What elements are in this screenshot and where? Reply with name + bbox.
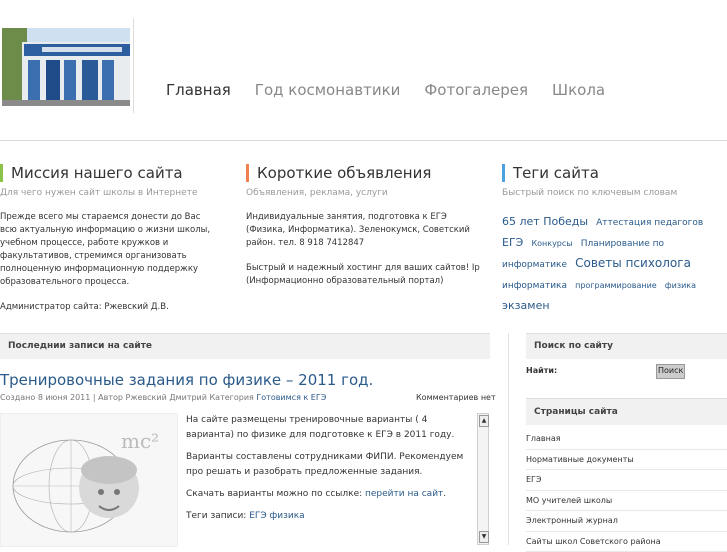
go-to-site-link[interactable]: перейти на сайт	[365, 489, 443, 499]
mission-subtitle: Для чего нужен сайт школы в Интернете	[0, 187, 215, 199]
post-title-link[interactable]: Тренировочные задания по физике – 2011 г…	[0, 371, 373, 389]
page-link-district-schools[interactable]: Сайты школ Советского района	[526, 532, 727, 552]
tag-link[interactable]: 65 лет Победы	[502, 215, 588, 228]
mission-title: Миссия нашего сайта	[0, 164, 215, 182]
admin-text: Администратор сайта: Ржевский Д.В.	[0, 301, 215, 314]
tags-title: Теги сайта	[502, 164, 724, 182]
latest-posts-header: Последнии записи на сайте	[0, 333, 490, 359]
sidebar-divider	[508, 333, 509, 545]
page-link-teachers-mo[interactable]: МО учителей школы	[526, 491, 727, 512]
tags-subtitle: Быстрый поиск по ключевым словам	[502, 187, 724, 199]
search-header-title: Поиск по сайту	[534, 341, 613, 351]
post-tags-label: Теги записи:	[186, 511, 249, 521]
school-building-logo[interactable]	[2, 28, 130, 106]
tag-link[interactable]: Аттестация педагогов	[596, 218, 703, 228]
search-label: Найти:	[526, 366, 557, 375]
tag-link[interactable]: экзамен	[502, 299, 550, 312]
post-paragraph-3: Скачать варианты можно по ссылке: перейт…	[186, 487, 474, 502]
post-comments-count[interactable]: Комментариев нет	[416, 393, 496, 402]
announcements-subtitle: Объявления, реклама, услуги	[246, 187, 486, 199]
page-link-normative-docs[interactable]: Нормативные документы	[526, 450, 727, 471]
nav-item-school[interactable]: Школа	[552, 80, 605, 100]
tag-link[interactable]: информатика	[502, 281, 567, 291]
tag-link[interactable]: физика	[665, 281, 696, 290]
tag-link[interactable]: ЕГЭ	[502, 236, 523, 249]
post-scrollbar[interactable]: ▲ ▼	[477, 413, 489, 545]
post-category-link[interactable]: Готовимся к ЕГЭ	[256, 393, 326, 402]
site-pages-title: Страницы сайта	[534, 407, 618, 417]
scroll-up-arrow-icon[interactable]: ▲	[479, 415, 489, 427]
tag-link[interactable]: программирование	[575, 281, 657, 290]
search-header: Поиск по сайту	[526, 333, 727, 359]
mission-section: Миссия нашего сайта Для чего нужен сайт …	[0, 164, 215, 326]
physics-einstein-image: mc²	[0, 413, 178, 547]
nav-item-home[interactable]: Главная	[166, 80, 231, 100]
announcement-item: Индивидуальные занятия, подготовка к ЕГЭ…	[246, 211, 486, 250]
post-download-suffix: .	[443, 489, 446, 499]
tag-link[interactable]: Конкурсы	[531, 239, 572, 248]
post-tag-links[interactable]: ЕГЭ физика	[249, 511, 304, 521]
search-input[interactable]	[560, 363, 654, 379]
page-link-home[interactable]: Главная	[526, 429, 727, 450]
search-button[interactable]: Поиск	[656, 364, 685, 379]
post-excerpt: На сайте размещены тренировочные вариант…	[186, 413, 474, 545]
tag-cloud: 65 лет Победы Аттестация педагогов ЕГЭ К…	[502, 211, 724, 315]
site-pages-list: Главная Нормативные документы ЕГЭ МО учи…	[526, 429, 727, 552]
tags-section: Теги сайта Быстрый поиск по ключевым сло…	[502, 164, 724, 315]
site-header: Главная Год космонавтики Фотогалерея Шко…	[0, 0, 727, 141]
header-divider	[133, 18, 134, 113]
post-paragraph-2: Варианты составлены сотрудниками ФИПИ. Р…	[186, 450, 474, 480]
main-nav: Главная Год космонавтики Фотогалерея Шко…	[166, 80, 629, 100]
nav-item-photo-gallery[interactable]: Фотогалерея	[424, 80, 528, 100]
page-link-e-journal[interactable]: Электронный журнал	[526, 511, 727, 532]
nav-item-cosmonautics-year[interactable]: Год космонавтики	[255, 80, 401, 100]
svg-text:mc²: mc²	[121, 429, 159, 453]
tag-link[interactable]: Советы психолога	[575, 256, 691, 270]
announcements-section: Короткие объявления Объявления, реклама,…	[246, 164, 486, 300]
announcement-item-hosting[interactable]: Быстрый и надежный хостинг для ваших сай…	[246, 262, 486, 288]
post-paragraph-1: На сайте размещены тренировочные вариант…	[186, 413, 474, 443]
page-link-ege[interactable]: ЕГЭ	[526, 470, 727, 491]
announcements-title: Короткие объявления	[246, 164, 486, 182]
post-meta: Создано 8 июня 2011 | Автор Ржевский Дми…	[0, 393, 326, 402]
post-meta-text: Создано 8 июня 2011 | Автор Ржевский Дми…	[0, 393, 256, 402]
latest-posts-title: Последнии записи на сайте	[8, 341, 152, 351]
post-tags: Теги записи: ЕГЭ физика	[186, 509, 474, 524]
scroll-down-arrow-icon[interactable]: ▼	[479, 531, 489, 543]
site-pages-header: Страницы сайта	[526, 398, 727, 425]
mission-text: Прежде всего мы стараемся донести до Вас…	[0, 211, 215, 289]
post-download-text: Скачать варианты можно по ссылке:	[186, 489, 365, 499]
